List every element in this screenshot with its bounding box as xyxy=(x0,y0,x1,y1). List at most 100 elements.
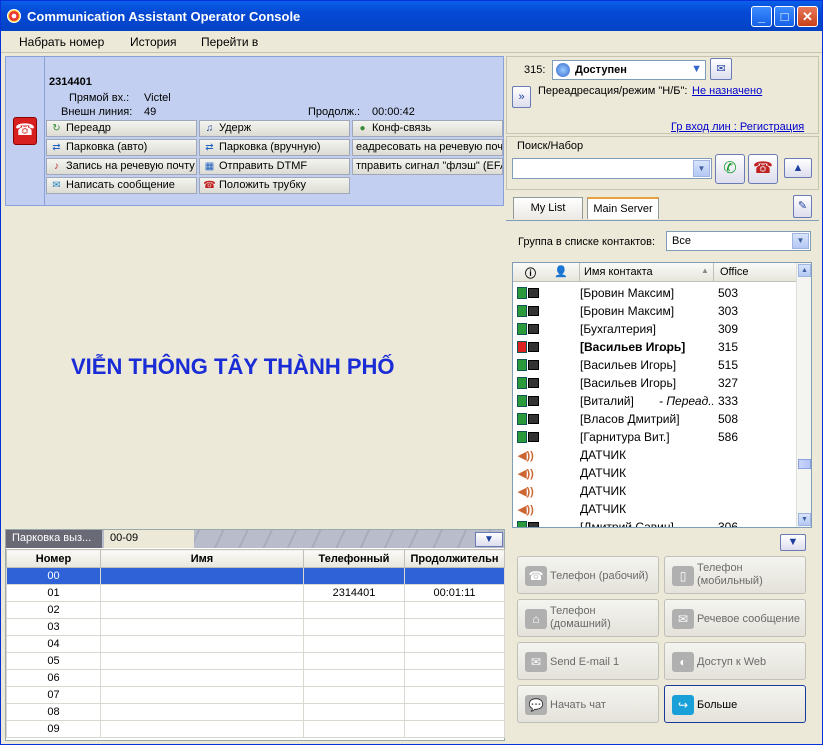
record-voicemail-button[interactable]: ♪ Запись на речевую почту xyxy=(46,158,197,175)
home-phone-icon: ⌂ xyxy=(525,609,547,629)
forward-voicemail-button[interactable]: еадресовать на речевую поч xyxy=(352,139,503,156)
home-phone-button[interactable]: ⌂ Телефон (домашний) xyxy=(517,599,659,637)
table-row[interactable]: 02 xyxy=(6,601,505,619)
list-item[interactable]: [Бровин Максим] 303 xyxy=(513,302,796,320)
more-button[interactable]: ↪ Больше xyxy=(664,685,806,723)
table-row[interactable]: 08 xyxy=(6,703,505,721)
contact-tabs: My List Main Server ✎ xyxy=(506,193,819,221)
list-item[interactable]: [Власов Дмитрий] 508 xyxy=(513,410,796,428)
park-auto-button[interactable]: ⇄ Парковка (авто) xyxy=(46,139,197,156)
chevron-down-icon[interactable]: ▼ xyxy=(780,534,806,551)
list-item[interactable]: ◀)) ДАТЧИК xyxy=(513,482,796,500)
table-row[interactable]: 07 xyxy=(6,686,505,704)
mobile-phone-button[interactable]: ▯ Телефон (мобильный) xyxy=(664,556,806,594)
mobile-phone-icon: ▯ xyxy=(672,566,694,586)
col-phone[interactable]: Телефонный xyxy=(303,549,405,568)
conference-button[interactable]: ● Конф-связь xyxy=(352,120,503,137)
col-number[interactable]: Номер xyxy=(6,549,101,568)
park-manual-icon: ⇄ xyxy=(205,142,214,153)
list-item[interactable]: [Васильев Игорь] 515 xyxy=(513,356,796,374)
menu-history[interactable]: История xyxy=(130,35,177,49)
list-item[interactable]: [Васильев Игорь] 327 xyxy=(513,374,796,392)
pc-status-icon xyxy=(528,522,539,527)
send-flash-button[interactable]: тправить сигнал "флэш" (EFA xyxy=(352,158,503,175)
list-item[interactable]: ◀)) ДАТЧИК xyxy=(513,464,796,482)
start-chat-button[interactable]: 💬 Начать чат xyxy=(517,685,659,723)
send-email-button[interactable]: ✉ Send E-mail 1 xyxy=(517,642,659,680)
search-input[interactable]: ▼ xyxy=(512,158,712,179)
active-call-panel: ☎ 2314401 Прямой вх.: Victel Внешн линия… xyxy=(5,56,504,206)
ext-line-value: 49 xyxy=(144,106,157,118)
forward-mode-link[interactable]: Не назначено xyxy=(692,85,762,97)
mail-settings-icon[interactable]: ✉ xyxy=(710,58,732,80)
park-cell-num: 06 xyxy=(6,669,101,687)
col-office[interactable]: Office xyxy=(720,266,749,278)
tab-park-calls[interactable]: Парковка выз... xyxy=(6,530,102,548)
group-select[interactable]: Все ▼ xyxy=(666,231,811,251)
table-row[interactable]: 05 xyxy=(6,652,505,670)
wrench-icon[interactable]: ✎ xyxy=(793,195,812,218)
table-row[interactable]: 01 2314401 00:01:11 xyxy=(6,584,505,602)
work-phone-button[interactable]: ☎ Телефон (рабочий) xyxy=(517,556,659,594)
table-row[interactable]: 06 xyxy=(6,669,505,687)
group-login-link[interactable]: Гр вход лин : Регистрация xyxy=(671,121,804,133)
col-name[interactable]: Имя xyxy=(100,549,304,568)
list-item[interactable]: [Виталий] - Переад... 333 xyxy=(513,392,796,410)
list-item[interactable]: ◀)) ДАТЧИК xyxy=(513,446,796,464)
col-duration[interactable]: Продолжительн xyxy=(404,549,505,568)
voice-message-button[interactable]: ✉ Речевое сообщение xyxy=(664,599,806,637)
park-cell-phone xyxy=(303,686,405,704)
list-item[interactable]: [Бровин Максим] 503 xyxy=(513,284,796,302)
list-item[interactable]: ◀)) ДАТЧИК xyxy=(513,500,796,518)
phone-hangup-icon: ☎ xyxy=(753,160,773,177)
hangup-icon: ☎ xyxy=(203,180,216,191)
info-icon[interactable]: ⓘ xyxy=(525,265,536,281)
close-button[interactable]: ✕ xyxy=(797,6,818,27)
tab-main-server[interactable]: Main Server xyxy=(587,197,659,219)
contact-name: [Бровин Максим] xyxy=(580,286,675,300)
person-icon[interactable]: 👤 xyxy=(554,265,568,278)
send-dtmf-button[interactable]: ▦ Отправить DTMF xyxy=(199,158,350,175)
park-cell-name xyxy=(100,584,304,602)
scroll-thumb[interactable] xyxy=(798,459,811,469)
hangup-button[interactable]: ☎ Положить трубку xyxy=(199,177,350,194)
title-bar[interactable]: Communication Assistant Operator Console… xyxy=(1,1,822,31)
col-contact-name[interactable]: Имя контакта xyxy=(584,266,653,278)
minimize-button[interactable]: _ xyxy=(751,6,772,27)
table-row[interactable]: 04 xyxy=(6,635,505,653)
fast-forward-icon[interactable]: » xyxy=(512,86,531,108)
tab-00-09[interactable]: 00-09 xyxy=(104,530,194,548)
menu-dial[interactable]: Набрать номер xyxy=(19,35,104,49)
table-row[interactable]: 03 xyxy=(6,618,505,636)
divider xyxy=(713,263,714,282)
scroll-down-icon[interactable]: ▼ xyxy=(798,513,811,526)
call-button[interactable]: ✆ xyxy=(715,154,745,184)
write-message-button[interactable]: ✉ Написать сообщение xyxy=(46,177,197,194)
transfer-button[interactable]: ↻ Переадр xyxy=(46,120,197,137)
contact-office: 503 xyxy=(718,286,739,300)
tab-my-list[interactable]: My List xyxy=(513,197,583,219)
maximize-button[interactable]: □ xyxy=(774,6,795,27)
chevron-down-icon[interactable]: ▼ xyxy=(475,532,503,547)
contact-name: [Бровин Максим] xyxy=(580,304,675,318)
hold-button[interactable]: ♫ Удерж xyxy=(199,120,350,137)
list-item[interactable]: [Бухгалтерия] 309 xyxy=(513,320,796,338)
park-cell-dur xyxy=(404,669,505,687)
menu-goto[interactable]: Перейти в xyxy=(201,35,258,49)
contact-scrollbar[interactable]: ▲ ▼ xyxy=(796,263,811,527)
park-cell-phone xyxy=(303,703,405,721)
table-row[interactable]: 09 xyxy=(6,720,505,738)
web-access-button[interactable]: ◐ Доступ к Web xyxy=(664,642,806,680)
end-call-button[interactable]: ☎ xyxy=(748,154,778,184)
scroll-up-icon[interactable]: ▲ xyxy=(798,264,811,277)
park-manual-button[interactable]: ⇄ Парковка (вручную) xyxy=(199,139,350,156)
contact-office: 586 xyxy=(718,430,739,444)
status-select[interactable]: Доступен ▼ xyxy=(552,60,706,80)
list-item[interactable]: [Васильев Игорь]... 315 xyxy=(513,338,796,356)
table-row[interactable]: 00 xyxy=(6,567,505,585)
list-item[interactable]: [Дмитрий Савин] 306 xyxy=(513,518,796,527)
phone-status-icon xyxy=(517,413,527,425)
expand-up-icon[interactable]: ▲ xyxy=(784,158,812,178)
list-item[interactable]: [Гарнитура Вит.] 586 xyxy=(513,428,796,446)
chevron-down-icon[interactable]: ▼ xyxy=(693,160,710,177)
